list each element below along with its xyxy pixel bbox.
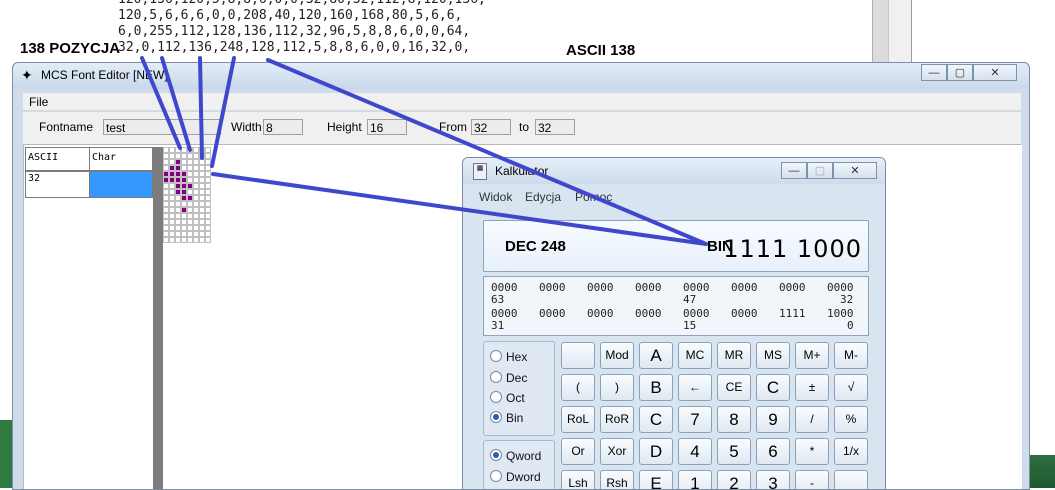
annotation-line xyxy=(266,58,708,246)
annotation-dec-label: DEC 248 xyxy=(505,238,566,255)
annotation-line xyxy=(198,56,204,160)
annotation-line xyxy=(211,172,708,246)
annotation-bin-label: BIN xyxy=(707,238,733,255)
annotation-line xyxy=(210,56,236,168)
